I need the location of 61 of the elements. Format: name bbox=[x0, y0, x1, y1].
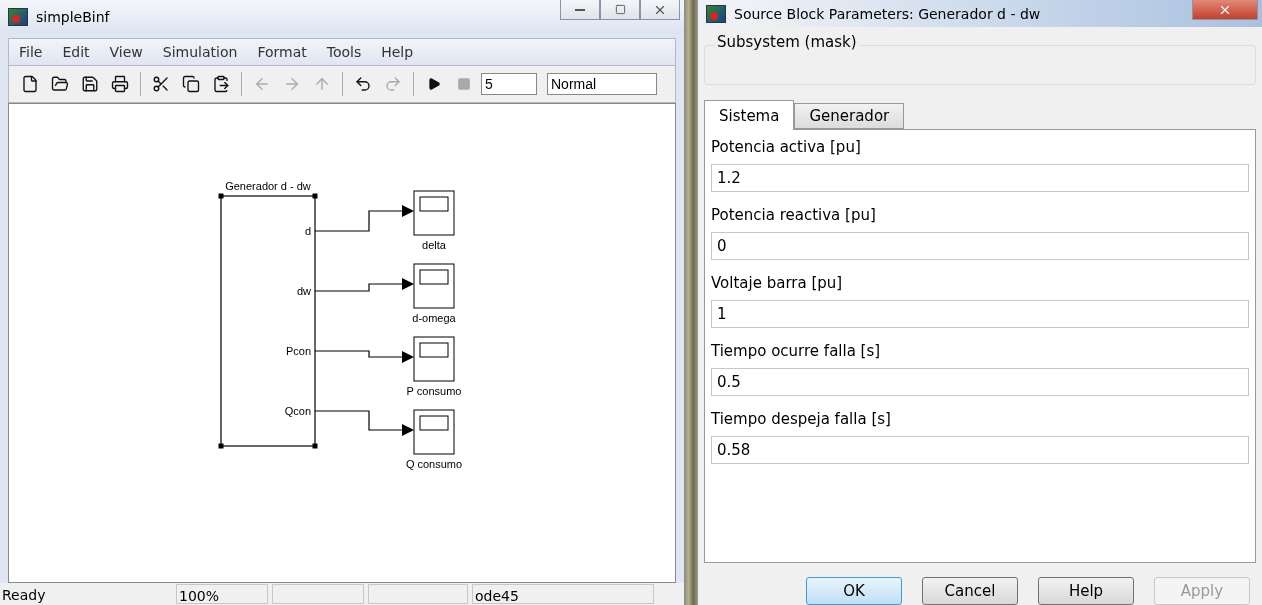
paste-icon[interactable] bbox=[212, 75, 230, 93]
stop-time-field[interactable]: 5 bbox=[481, 73, 537, 95]
scope-label: P consumo bbox=[406, 385, 462, 397]
close-button[interactable] bbox=[1192, 0, 1258, 20]
port-label: dw bbox=[296, 285, 311, 297]
scope-block[interactable] bbox=[413, 336, 455, 382]
status-text: Ready bbox=[2, 586, 47, 604]
save-icon[interactable] bbox=[81, 75, 99, 93]
solver-name: ode45 bbox=[472, 584, 654, 604]
minimize-icon bbox=[575, 8, 585, 11]
folder-icon[interactable] bbox=[51, 75, 69, 93]
scope-block[interactable] bbox=[413, 409, 455, 455]
maximize-icon bbox=[614, 4, 626, 15]
tab[interactable]: Generador bbox=[794, 103, 905, 129]
app-icon bbox=[706, 4, 726, 23]
window-title: simpleBinf bbox=[36, 9, 110, 25]
menu-item[interactable]: File bbox=[9, 44, 53, 60]
play-icon[interactable] bbox=[427, 77, 441, 91]
parameter-label: Tiempo despeja falla [s] bbox=[711, 410, 892, 430]
menu-item[interactable]: Simulation bbox=[152, 44, 248, 60]
printer-icon[interactable] bbox=[111, 75, 129, 93]
copy-icon[interactable] bbox=[182, 75, 200, 93]
parameter-field[interactable]: 0 bbox=[711, 232, 1249, 260]
minimize-button[interactable] bbox=[560, 0, 600, 20]
menu-item[interactable]: View bbox=[99, 44, 153, 60]
tab[interactable]: Sistema bbox=[704, 100, 795, 130]
parameter-label: Voltaje barra [pu] bbox=[711, 274, 844, 294]
subsystem-block[interactable] bbox=[218, 193, 318, 449]
scope-label: d-omega bbox=[412, 312, 456, 324]
close-button[interactable] bbox=[640, 0, 680, 20]
dialog-button[interactable]: OK bbox=[806, 577, 902, 605]
parameter-field[interactable]: 0.58 bbox=[711, 436, 1249, 464]
scope-block[interactable] bbox=[413, 190, 455, 236]
port-label: Qcon bbox=[284, 405, 311, 417]
port-label: d bbox=[304, 225, 311, 237]
parameter-field[interactable]: 0.5 bbox=[711, 368, 1249, 396]
parameter-label: Potencia reactiva [pu] bbox=[711, 206, 877, 226]
menu-item[interactable]: Edit bbox=[52, 44, 100, 60]
parameter-field[interactable]: 1 bbox=[711, 300, 1249, 328]
dialog-button[interactable]: Cancel bbox=[922, 577, 1018, 605]
menu-item[interactable]: Help bbox=[371, 44, 424, 60]
parameter-label: Potencia activa [pu] bbox=[711, 138, 862, 158]
block-title: Generador d - dw bbox=[225, 180, 311, 192]
scope-label: Q consumo bbox=[405, 458, 463, 470]
zoom-level: 100% bbox=[176, 584, 268, 604]
parameter-label: Tiempo ocurre falla [s] bbox=[711, 342, 882, 362]
undo-icon[interactable] bbox=[354, 75, 372, 93]
group-label: Subsystem (mask) bbox=[715, 33, 859, 51]
simulation-mode-field[interactable]: Normal bbox=[547, 73, 657, 95]
app-icon bbox=[8, 8, 28, 26]
parameter-field[interactable]: 1.2 bbox=[711, 164, 1249, 192]
dialog-button[interactable]: Help bbox=[1038, 577, 1134, 605]
scope-block[interactable] bbox=[413, 263, 455, 309]
menu-item[interactable]: Tools bbox=[316, 44, 372, 60]
port-label: Pcon bbox=[285, 345, 311, 357]
scope-label: delta bbox=[422, 239, 446, 251]
maximize-button[interactable] bbox=[600, 0, 640, 20]
menu-item[interactable]: Format bbox=[247, 44, 317, 60]
scissors-icon[interactable] bbox=[152, 75, 170, 93]
new-file-icon[interactable] bbox=[21, 75, 39, 93]
dialog-title: Source Block Parameters: Generador d - dw bbox=[734, 5, 1041, 22]
